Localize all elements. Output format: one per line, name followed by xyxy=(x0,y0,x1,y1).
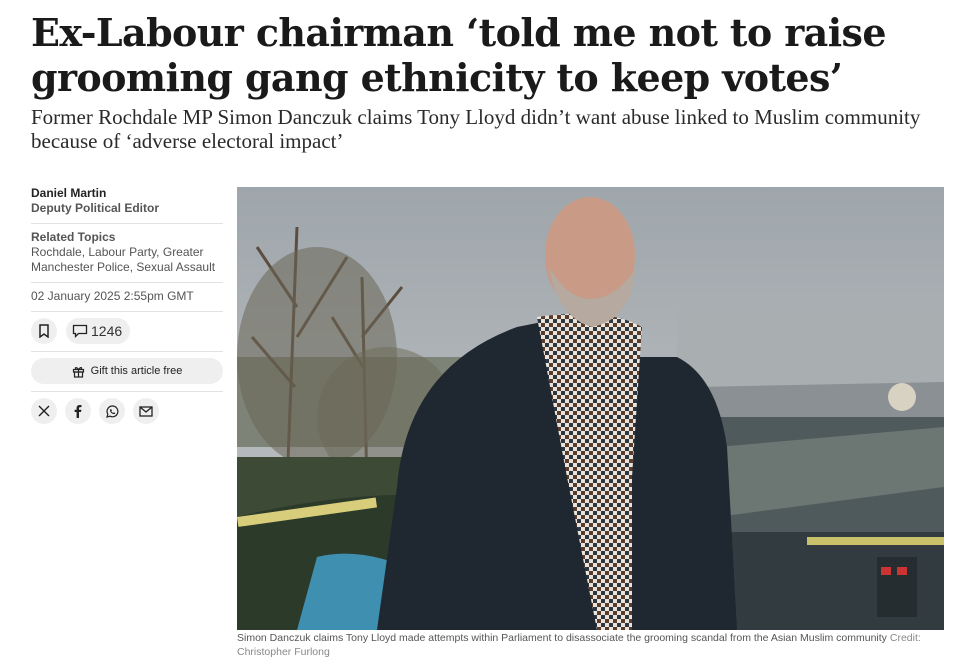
divider xyxy=(31,223,223,224)
photo-illustration xyxy=(237,187,944,630)
email-icon xyxy=(139,405,153,417)
comments-button[interactable]: 1246 xyxy=(66,318,131,344)
article-photo[interactable] xyxy=(237,187,944,630)
divider xyxy=(31,391,223,392)
article-actions: 1246 xyxy=(31,318,223,344)
divider xyxy=(31,282,223,283)
x-icon xyxy=(38,405,50,417)
share-whatsapp-button[interactable] xyxy=(99,398,125,424)
divider xyxy=(31,311,223,312)
divider xyxy=(31,351,223,352)
whatsapp-icon xyxy=(105,404,118,418)
bookmark-icon xyxy=(39,324,49,338)
author-role: Deputy Political Editor xyxy=(31,201,160,215)
related-topics-links[interactable]: Rochdale, Labour Party, Greater Manchest… xyxy=(31,245,223,275)
facebook-icon xyxy=(74,404,82,418)
comment-count: 1246 xyxy=(91,323,123,339)
gift-icon xyxy=(72,366,84,378)
share-email-button[interactable] xyxy=(133,398,159,424)
publish-date: 02 January 2025 2:55pm GMT xyxy=(31,289,194,303)
gift-article-button[interactable]: Gift this article free xyxy=(31,358,223,384)
share-x-button[interactable] xyxy=(31,398,57,424)
article-standfirst: Former Rochdale MP Simon Danczuk claims … xyxy=(31,105,921,153)
caption-text: Simon Danczuk claims Tony Lloyd made att… xyxy=(237,632,887,644)
related-topics-label: Related Topics xyxy=(31,230,116,244)
article-sidebar: Daniel Martin Deputy Political Editor Re… xyxy=(31,186,223,424)
author-name[interactable]: Daniel Martin xyxy=(31,186,223,201)
article-headline: Ex-Labour chairman ‘told me not to raise… xyxy=(31,10,887,100)
share-buttons xyxy=(31,398,223,424)
bookmark-button[interactable] xyxy=(31,318,57,344)
comment-icon xyxy=(72,324,88,338)
share-facebook-button[interactable] xyxy=(65,398,91,424)
photo-caption: Simon Danczuk claims Tony Lloyd made att… xyxy=(237,631,944,659)
gift-label: Gift this article free xyxy=(90,365,183,377)
